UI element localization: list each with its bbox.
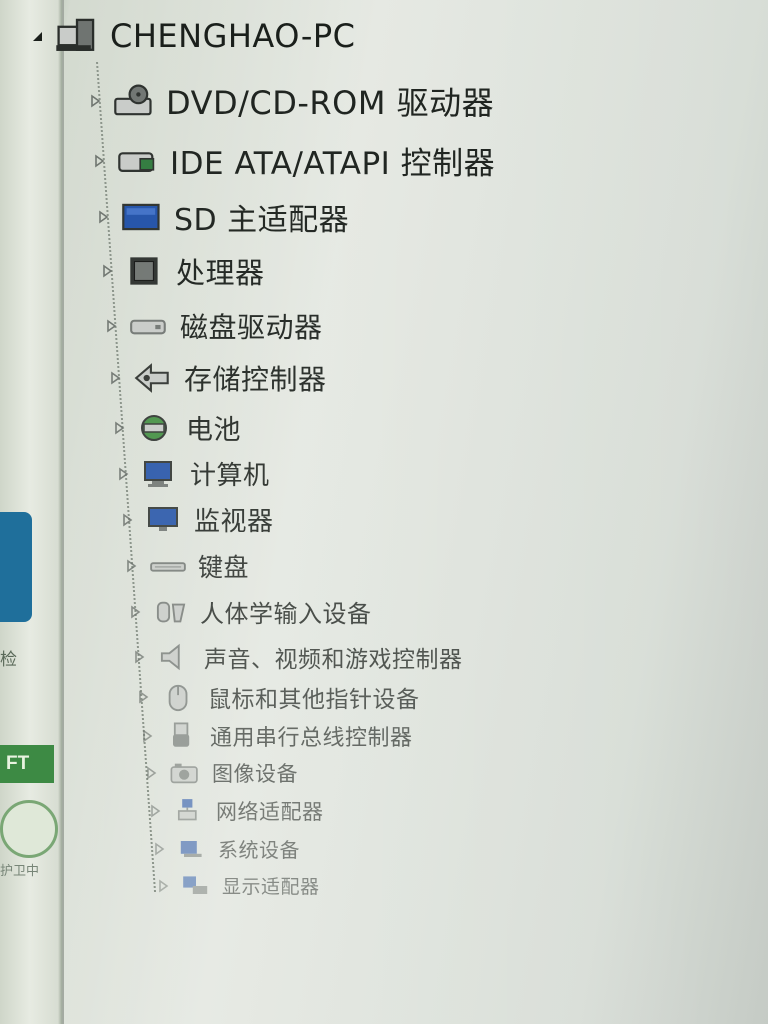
tree-node[interactable]: IDE ATA/ATAPI 控制器 — [92, 138, 495, 183]
ide-controller-icon — [116, 143, 160, 179]
left-pane-text-fragment-2: 护卫中 — [0, 864, 40, 879]
tree-node-label: 磁盘驱动器 — [180, 311, 323, 344]
tree-node[interactable]: 计算机 — [116, 455, 270, 492]
expand-arrow-icon[interactable] — [156, 878, 170, 893]
tree-node[interactable]: 系统设备 — [152, 834, 300, 863]
computer-icon — [140, 458, 180, 490]
tree-node[interactable]: 显示适配器 — [156, 872, 320, 899]
tree-node-label: 网络适配器 — [216, 800, 324, 824]
expand-arrow-icon[interactable] — [152, 841, 166, 856]
tree-node-label: 通用串行总线控制器 — [210, 726, 413, 751]
tree-node[interactable]: SD 主适配器 — [96, 195, 349, 239]
left-navigation-pane: 检 FT 护卫中 — [0, 0, 64, 1024]
camera-icon — [168, 759, 202, 787]
tree-node-label: SD 主适配器 — [174, 203, 350, 238]
display-adapter-icon — [180, 873, 212, 899]
tree-node[interactable]: 监视器 — [120, 501, 274, 538]
hid-icon — [152, 597, 190, 627]
expand-arrow-icon[interactable] — [148, 804, 162, 818]
tree-node[interactable]: 鼠标和其他指针设备 — [136, 680, 420, 714]
tree-node[interactable]: 图像设备 — [144, 758, 298, 788]
expand-arrow-icon[interactable] — [112, 420, 126, 435]
tree-node-label: 图像设备 — [212, 762, 298, 786]
expand-arrow-icon[interactable] — [140, 729, 154, 743]
storage-controller-icon — [132, 361, 174, 395]
tree-node[interactable]: 声音、视频和游戏控制器 — [132, 640, 463, 674]
speaker-icon — [156, 642, 194, 672]
computer-root-icon — [54, 16, 100, 56]
system-device-icon — [176, 836, 208, 862]
tree-node-label: 人体学输入设备 — [200, 600, 372, 628]
tree-node-label: 显示适配器 — [222, 876, 320, 898]
mouse-icon — [160, 682, 198, 712]
left-pane-shield-icon[interactable] — [0, 800, 58, 858]
tree-node-label: 电池 — [186, 415, 241, 446]
expand-arrow-icon[interactable] — [104, 319, 118, 333]
expand-arrow-icon[interactable] — [100, 264, 114, 278]
left-pane-app-tile[interactable] — [0, 512, 32, 622]
tree-node[interactable]: 网络适配器 — [148, 796, 324, 826]
expand-arrow-icon[interactable] — [108, 371, 122, 385]
dvd-drive-icon — [112, 81, 156, 121]
tree-node-label: 声音、视频和游戏控制器 — [204, 647, 463, 673]
tree-node-label: CHENGHAO-PC — [110, 17, 356, 55]
device-manager-screen: 检 FT 护卫中 CHENGHAO-PC DVD/CD-ROM 驱动器 IDE AT… — [0, 0, 768, 1024]
tree-node[interactable]: 磁盘驱动器 — [104, 306, 323, 346]
monitor-icon — [144, 504, 184, 536]
tree-node[interactable]: 人体学输入设备 — [128, 594, 372, 629]
tree-node[interactable]: 处理器 — [100, 250, 265, 292]
expand-arrow-icon[interactable] — [136, 690, 150, 704]
keyboard-icon — [148, 551, 188, 581]
tree-node[interactable]: 存储控制器 — [108, 358, 327, 398]
tree-node-label: IDE ATA/ATAPI 控制器 — [170, 146, 496, 182]
expand-arrow-icon[interactable] — [120, 512, 134, 527]
tree-node-label: 计算机 — [190, 461, 270, 491]
tree-root-node[interactable]: CHENGHAO-PC — [30, 16, 356, 56]
network-adapter-icon — [172, 797, 206, 825]
tree-node[interactable]: 键盘 — [124, 548, 249, 584]
expand-arrow-icon[interactable] — [92, 153, 106, 168]
expand-arrow-icon[interactable] — [144, 766, 158, 780]
collapse-arrow-icon[interactable] — [30, 29, 44, 43]
usb-icon — [164, 721, 200, 751]
sd-adapter-icon — [120, 199, 164, 235]
tree-node-label: 监视器 — [194, 507, 274, 537]
expand-arrow-icon[interactable] — [128, 604, 142, 619]
battery-icon — [136, 411, 176, 445]
tree-node-label: DVD/CD-ROM 驱动器 — [166, 84, 495, 122]
processor-icon — [124, 252, 166, 290]
tree-node-label: 处理器 — [176, 256, 265, 290]
expand-arrow-icon[interactable] — [88, 94, 102, 108]
tree-node[interactable]: DVD/CD-ROM 驱动器 — [88, 78, 494, 124]
expand-arrow-icon[interactable] — [96, 210, 110, 224]
expand-arrow-icon[interactable] — [124, 559, 138, 573]
tree-node-label: 存储控制器 — [184, 363, 327, 396]
left-pane-badge[interactable]: FT — [0, 745, 54, 783]
tree-node[interactable]: 电池 — [112, 408, 241, 447]
tree-node-label: 鼠标和其他指针设备 — [208, 687, 420, 713]
tree-node-label: 系统设备 — [218, 838, 300, 862]
left-pane-text-fragment: 检 — [0, 650, 17, 670]
expand-arrow-icon[interactable] — [132, 650, 146, 664]
expand-arrow-icon[interactable] — [116, 466, 130, 481]
tree-node-label: 键盘 — [198, 553, 250, 582]
tree-node[interactable]: 通用串行总线控制器 — [140, 720, 413, 752]
disk-drive-icon — [128, 309, 170, 343]
